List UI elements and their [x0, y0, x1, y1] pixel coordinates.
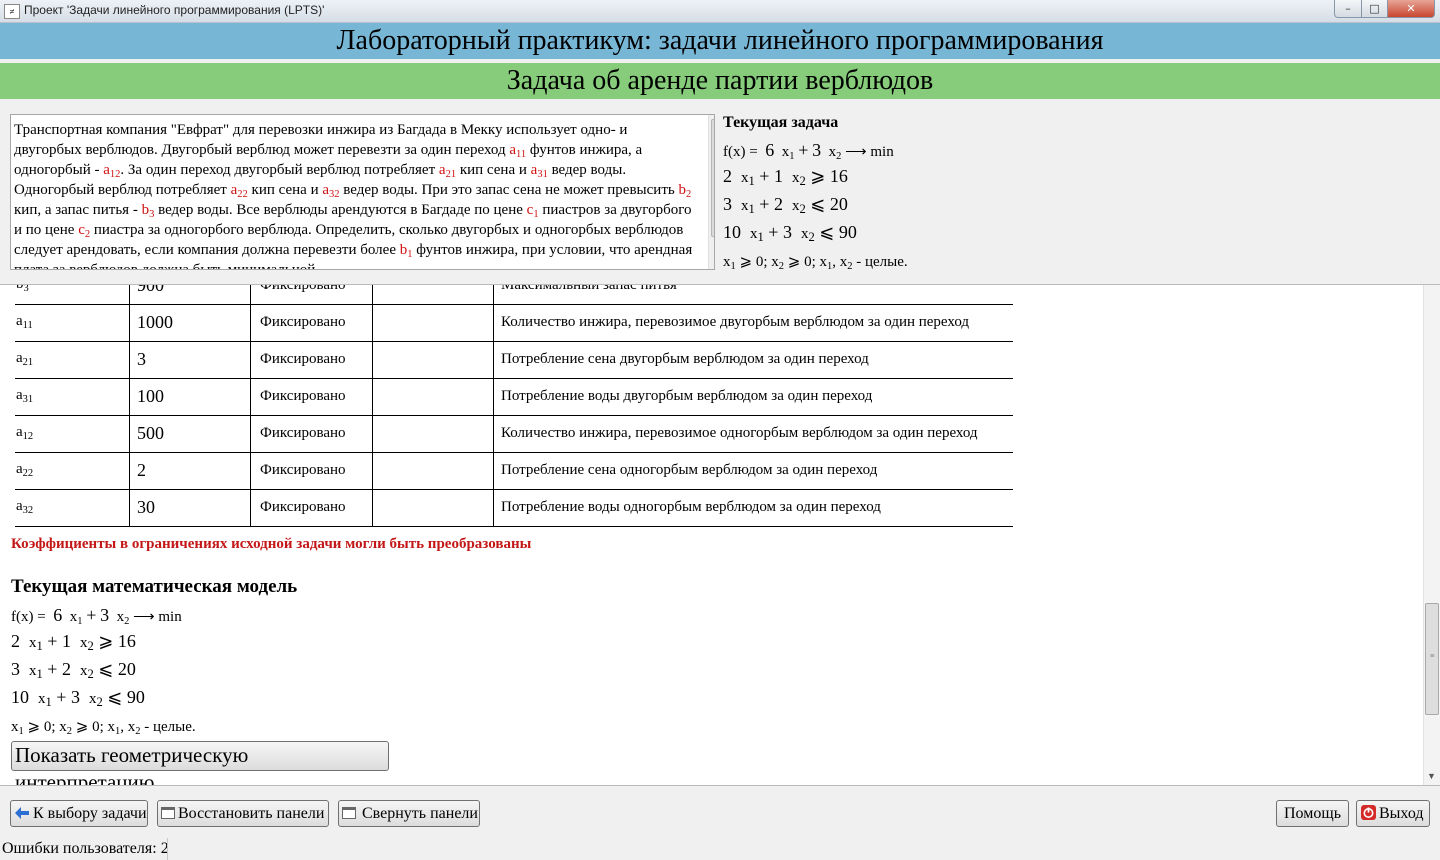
minimize-button[interactable]: – [1334, 0, 1362, 18]
close-button[interactable]: ✕ [1387, 0, 1435, 18]
param-status: Фиксировано [260, 388, 346, 404]
main-content-area[interactable]: b3 900 Фиксировано Максимальный запас пи… [0, 284, 1440, 786]
param-description: Количество инжира, перевозимое одногорбы… [501, 425, 978, 441]
panel-icon [342, 807, 356, 820]
exit-button[interactable]: Выход [1356, 800, 1430, 827]
table-row: a22 2 Фиксировано Потребление сена одног… [15, 453, 1013, 490]
param-name: a31 [16, 387, 34, 405]
problem-description-panel[interactable]: Транспортная компания "Евфрат" для перев… [10, 114, 715, 270]
power-icon [1361, 805, 1376, 821]
current-task-title: Текущая задача [723, 114, 839, 131]
problem-description-text: Транспортная компания "Евфрат" для перев… [14, 122, 693, 270]
param-status: Фиксировано [260, 314, 346, 330]
param-name: a22 [16, 461, 34, 479]
description-scroll-thumb[interactable] [711, 119, 714, 237]
param-status: Фиксировано [260, 351, 346, 367]
collapse-panels-button[interactable]: Свернуть панели [338, 800, 480, 827]
param-status: Фиксировано [260, 284, 346, 293]
math-model-constraint: 2 x1 + 1 x2 ⩾ 16 [11, 631, 136, 653]
exit-label: Выход [1379, 805, 1424, 822]
empty-cell [372, 453, 494, 489]
param-name: a32 [16, 498, 34, 516]
param-name: a12 [16, 424, 34, 442]
param-value[interactable]: 500 [137, 423, 164, 444]
param-value[interactable]: 900 [137, 285, 164, 296]
empty-cell [372, 342, 494, 378]
math-model-title: Текущая математическая модель [11, 576, 298, 597]
scroll-down-icon[interactable]: ▼ [1427, 771, 1436, 781]
value-cell[interactable] [129, 342, 251, 378]
current-task-constraint: 3 x1 + 2 x2 ⩽ 20 [723, 194, 848, 216]
empty-cell [372, 416, 494, 452]
param-description: Максимальный запас питья [501, 284, 677, 293]
table-row: a31 100 Фиксировано Потребление воды дву… [15, 379, 1013, 416]
user-errors-status: Ошибки пользователя: 2 [2, 840, 169, 857]
app-icon: ≠ [4, 4, 20, 19]
param-description: Потребление воды двугорбым верблюдом за … [501, 388, 873, 404]
param-description: Потребление сена одногорбым верблюдом за… [501, 462, 878, 478]
table-row: a21 3 Фиксировано Потребление сена двуго… [15, 342, 1013, 379]
collapse-label: Свернуть панели [362, 805, 478, 822]
math-model-objective: f(x) = 6 x1 + 3 x2 ⟶ min [11, 605, 182, 627]
empty-cell [372, 490, 494, 526]
param-name: b3 [16, 284, 29, 294]
empty-cell [372, 379, 494, 415]
maximize-button[interactable]: □ [1361, 0, 1388, 18]
scroll-down-icon[interactable]: ▼ [712, 255, 714, 265]
restore-label: Восстановить панели [178, 805, 325, 822]
help-button[interactable]: Помощь [1276, 800, 1349, 827]
restore-panels-button[interactable]: Восстановить панели [157, 800, 329, 827]
param-status: Фиксировано [260, 499, 346, 515]
description-scrollbar[interactable]: ▼ [708, 115, 714, 269]
math-model-constraint: 3 x1 + 2 x2 ⩽ 20 [11, 659, 136, 681]
param-value[interactable]: 1000 [137, 312, 173, 333]
param-description: Количество инжира, перевозимое двугорбым… [501, 314, 970, 330]
param-status: Фиксировано [260, 425, 346, 441]
status-separator [167, 838, 168, 860]
table-row: a12 500 Фиксировано Количество инжира, п… [15, 416, 1013, 453]
lab-title: Лабораторный практикум: задачи линейного… [0, 23, 1440, 59]
param-value[interactable]: 3 [137, 349, 146, 370]
table-row: a32 30 Фиксировано Потребление воды одно… [15, 490, 1013, 527]
empty-cell [372, 285, 494, 304]
back-to-task-selection-button[interactable]: К выбору задачи [10, 800, 148, 827]
coefficients-warning: Коэффициенты в ограничениях исходной зад… [11, 536, 532, 552]
window-title: Проект 'Задачи линейного программировани… [24, 3, 325, 17]
task-title: Задача об аренде партии верблюдов [0, 63, 1440, 99]
main-scrollbar[interactable]: ≡ ▼ [1423, 285, 1440, 785]
table-row: a11 1000 Фиксировано Количество инжира, … [15, 305, 1013, 342]
current-task-objective: f(x) = 6 x1 + 3 x2 ⟶ min [723, 140, 894, 162]
show-geometric-interpretation-button[interactable]: Показать геометрическую интерпретацию [11, 741, 389, 785]
param-name: a21 [16, 350, 34, 368]
current-task-constraint: 2 x1 + 1 x2 ⩾ 16 [723, 166, 848, 188]
math-model-nonnegativity: x1 ⩾ 0; x2 ⩾ 0; x1, x2 - целые. [11, 719, 196, 737]
value-cell[interactable] [129, 453, 251, 489]
panel-icon [161, 807, 175, 820]
back-label: К выбору задачи [33, 805, 147, 822]
param-value[interactable]: 100 [137, 386, 164, 407]
param-name: a11 [16, 313, 33, 331]
param-description: Потребление сена двугорбым верблюдом за … [501, 351, 869, 367]
param-description: Потребление воды одногорбым верблюдом за… [501, 499, 881, 515]
current-task-nonnegativity: x1 ⩾ 0; x2 ⩾ 0; x1, x2 - целые. [723, 254, 908, 272]
param-value[interactable]: 30 [137, 497, 155, 518]
main-scroll-thumb[interactable]: ≡ [1425, 603, 1439, 715]
math-model-constraint: 10 x1 + 3 x2 ⩽ 90 [11, 687, 145, 709]
current-task-constraint: 10 x1 + 3 x2 ⩽ 90 [723, 222, 857, 244]
grip-icon: ≡ [1430, 651, 1435, 660]
empty-cell [372, 305, 494, 341]
param-status: Фиксировано [260, 462, 346, 478]
table-row: b3 900 Фиксировано Максимальный запас пи… [15, 284, 1013, 305]
param-value[interactable]: 2 [137, 460, 146, 481]
arrow-left-icon [15, 807, 29, 820]
